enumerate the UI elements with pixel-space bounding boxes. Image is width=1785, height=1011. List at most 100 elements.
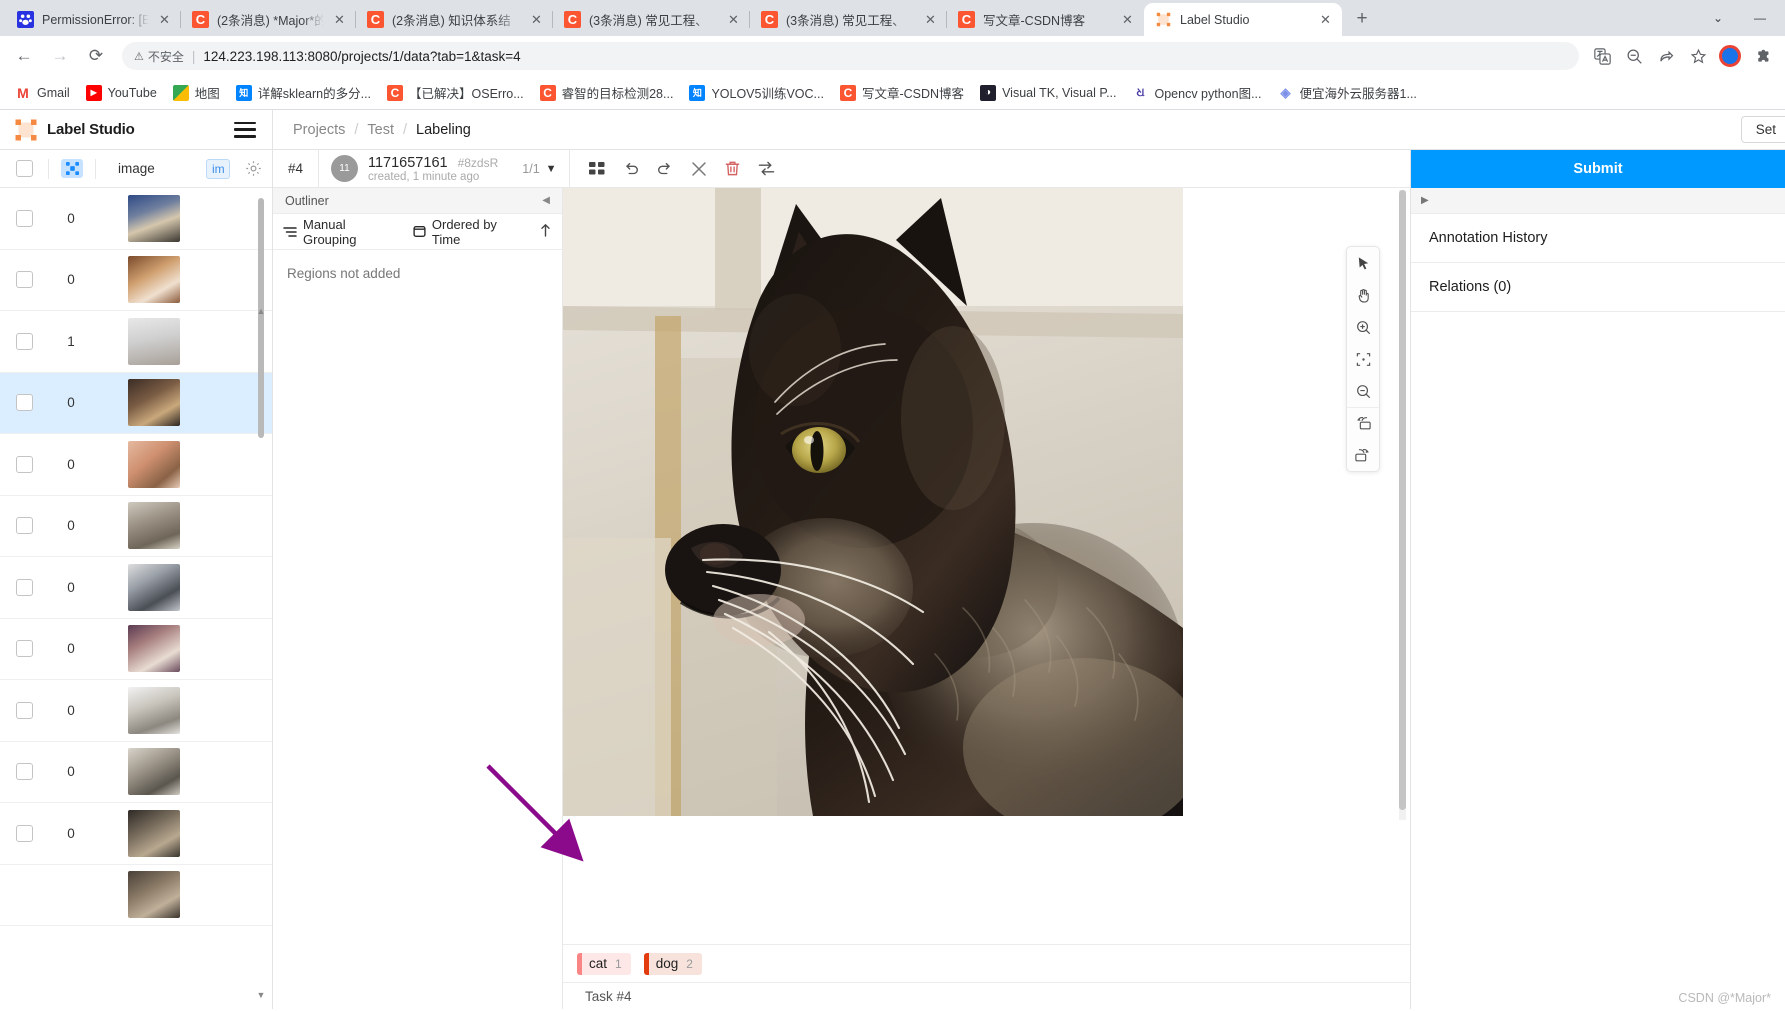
settings-sliders-icon[interactable] [750, 152, 784, 186]
browser-tab[interactable]: PermissionError: [Err ✕ [6, 3, 181, 36]
label-chip-dog[interactable]: dog 2 [643, 952, 702, 975]
bookmark-item[interactable]: M Gmail [8, 82, 77, 104]
label-chip-cat[interactable]: cat 1 [577, 952, 631, 975]
row-checkbox[interactable] [0, 824, 48, 842]
bookmark-item[interactable]: ▶ YouTube [79, 82, 164, 104]
close-icon[interactable]: ✕ [1119, 11, 1136, 28]
canvas-inner[interactable] [563, 188, 1410, 944]
bookmark-item[interactable]: ◈ 便宜海外云服务器1... [1271, 80, 1424, 105]
insecure-warning[interactable]: ⚠ 不安全 [134, 48, 184, 65]
translate-icon[interactable] [1587, 41, 1617, 71]
id-column-icon[interactable] [49, 159, 95, 178]
browser-tab[interactable]: C (3条消息) 常见工程、 ✕ [552, 3, 750, 36]
new-tab-button[interactable]: + [1348, 5, 1376, 33]
annotation-selector[interactable]: 11 1171657161 #8zdsR created, 1 minute a… [319, 149, 570, 188]
table-row-selected[interactable]: 0 [0, 372, 272, 434]
close-icon[interactable]: ✕ [528, 11, 545, 28]
bookmark-item[interactable]: C 睿智的目标检测28... [533, 80, 681, 105]
row-checkbox[interactable] [0, 640, 48, 658]
bookmark-item[interactable]: 知 YOLOV5训练VOC... [682, 80, 831, 105]
column-chip-image[interactable]: im [206, 158, 230, 179]
close-icon[interactable]: ✕ [725, 11, 742, 28]
row-checkbox[interactable] [0, 763, 48, 781]
row-checkbox[interactable] [0, 578, 48, 596]
profile-avatar[interactable] [1715, 41, 1745, 71]
close-icon[interactable]: ✕ [1317, 11, 1334, 28]
bookmark-item[interactable]: 知详解sklearn的多分... [229, 80, 378, 105]
close-icon[interactable]: ✕ [331, 11, 348, 28]
browser-tab[interactable]: C (2条消息) 知识体系结 ✕ [355, 3, 553, 36]
app-brand[interactable]: Label Studio [0, 109, 273, 150]
expand-right-icon[interactable]: ▶ [1421, 195, 1429, 206]
browser-tab[interactable]: C (3条消息) 常见工程、 ✕ [749, 3, 947, 36]
reload-button[interactable]: ⟳ [80, 40, 112, 72]
rotate-right-tool-icon[interactable] [1347, 439, 1379, 471]
pan-tool-icon[interactable] [1347, 279, 1379, 311]
table-row[interactable]: 0 [0, 496, 272, 557]
sort-ascending-icon[interactable] [539, 223, 552, 240]
row-checkbox[interactable] [0, 455, 48, 473]
chevron-down-icon[interactable]: ⌄ [1697, 2, 1739, 34]
cat-image[interactable] [563, 188, 1183, 816]
row-checkbox[interactable] [0, 394, 48, 412]
table-row[interactable]: 0 [0, 803, 272, 865]
manual-grouping-button[interactable]: Manual Grouping [283, 217, 399, 247]
settings-button[interactable]: Set [1740, 116, 1785, 143]
zoom-out-tool-icon[interactable] [1347, 375, 1379, 407]
forward-button[interactable]: → [44, 40, 76, 72]
collapse-left-icon[interactable]: ◀ [542, 195, 550, 206]
redo-icon[interactable] [648, 152, 682, 186]
zoom-out-icon[interactable] [1619, 41, 1649, 71]
bookmark-star-icon[interactable] [1683, 41, 1713, 71]
row-checkbox[interactable] [0, 271, 48, 289]
table-row[interactable]: 0 [0, 188, 272, 250]
cursor-tool-icon[interactable] [1347, 247, 1379, 279]
data-table-rows[interactable]: 0 0 1 0 0 0 0 0 0 0 0 [0, 188, 272, 1009]
zoom-in-tool-icon[interactable] [1347, 311, 1379, 343]
bookmark-item[interactable]: C 【已解决】OSErro... [380, 80, 531, 105]
gear-icon[interactable] [234, 160, 272, 177]
delete-icon[interactable] [716, 152, 750, 186]
row-checkbox[interactable] [0, 332, 48, 350]
bookmark-item[interactable]: C 写文章-CSDN博客 [833, 80, 971, 105]
close-icon[interactable]: ✕ [156, 11, 173, 28]
browser-tab-active[interactable]: Label Studio ✕ [1144, 3, 1342, 36]
breadcrumb-test[interactable]: Test [367, 122, 394, 138]
column-header-image[interactable]: image [96, 161, 206, 176]
table-row[interactable]: 0 [0, 250, 272, 311]
scroll-up-icon[interactable]: ▲ [255, 305, 267, 317]
grid-view-icon[interactable] [580, 152, 614, 186]
rotate-left-tool-icon[interactable] [1347, 407, 1379, 439]
address-bar[interactable]: ⚠ 不安全 | 124.223.198.113:8080/projects/1/… [122, 42, 1579, 70]
canvas-scrollbar[interactable] [1399, 190, 1406, 820]
chevron-down-icon[interactable]: ▼ [546, 163, 557, 175]
table-row[interactable]: 1 [0, 311, 272, 373]
section-relations[interactable]: Relations (0) [1411, 263, 1785, 312]
bookmark-item[interactable]: ◑ Visual TK, Visual P... [973, 82, 1123, 104]
scroll-down-icon[interactable]: ▼ [255, 989, 267, 1001]
section-annotation-history[interactable]: Annotation History [1411, 214, 1785, 263]
breadcrumb-projects[interactable]: Projects [293, 122, 345, 138]
table-row[interactable]: 0 [0, 742, 272, 803]
data-table-scrollbar[interactable] [258, 198, 264, 438]
back-button[interactable]: ← [8, 40, 40, 72]
undo-icon[interactable] [614, 152, 648, 186]
submit-button[interactable]: Submit [1411, 150, 1785, 188]
table-row[interactable] [0, 865, 272, 926]
row-checkbox[interactable] [0, 517, 48, 535]
browser-tab[interactable]: C 写文章-CSDN博客 ✕ [946, 3, 1144, 36]
fit-to-screen-tool-icon[interactable] [1347, 343, 1379, 375]
share-icon[interactable] [1651, 41, 1681, 71]
browser-tab[interactable]: C (2条消息) *Major*的博 ✕ [180, 3, 356, 36]
row-checkbox[interactable] [0, 701, 48, 719]
bookmark-item[interactable]: ଧ Opencv python图... [1126, 80, 1269, 105]
hamburger-icon[interactable] [234, 121, 256, 138]
select-all-checkbox[interactable] [0, 160, 48, 177]
reset-icon[interactable] [682, 152, 716, 186]
table-row[interactable]: 0 [0, 557, 272, 619]
bookmark-item[interactable]: 地图 [166, 80, 227, 105]
table-row[interactable]: 0 [0, 434, 272, 496]
minimize-icon[interactable]: — [1739, 2, 1781, 34]
table-row[interactable]: 0 [0, 680, 272, 742]
row-checkbox[interactable] [0, 209, 48, 227]
